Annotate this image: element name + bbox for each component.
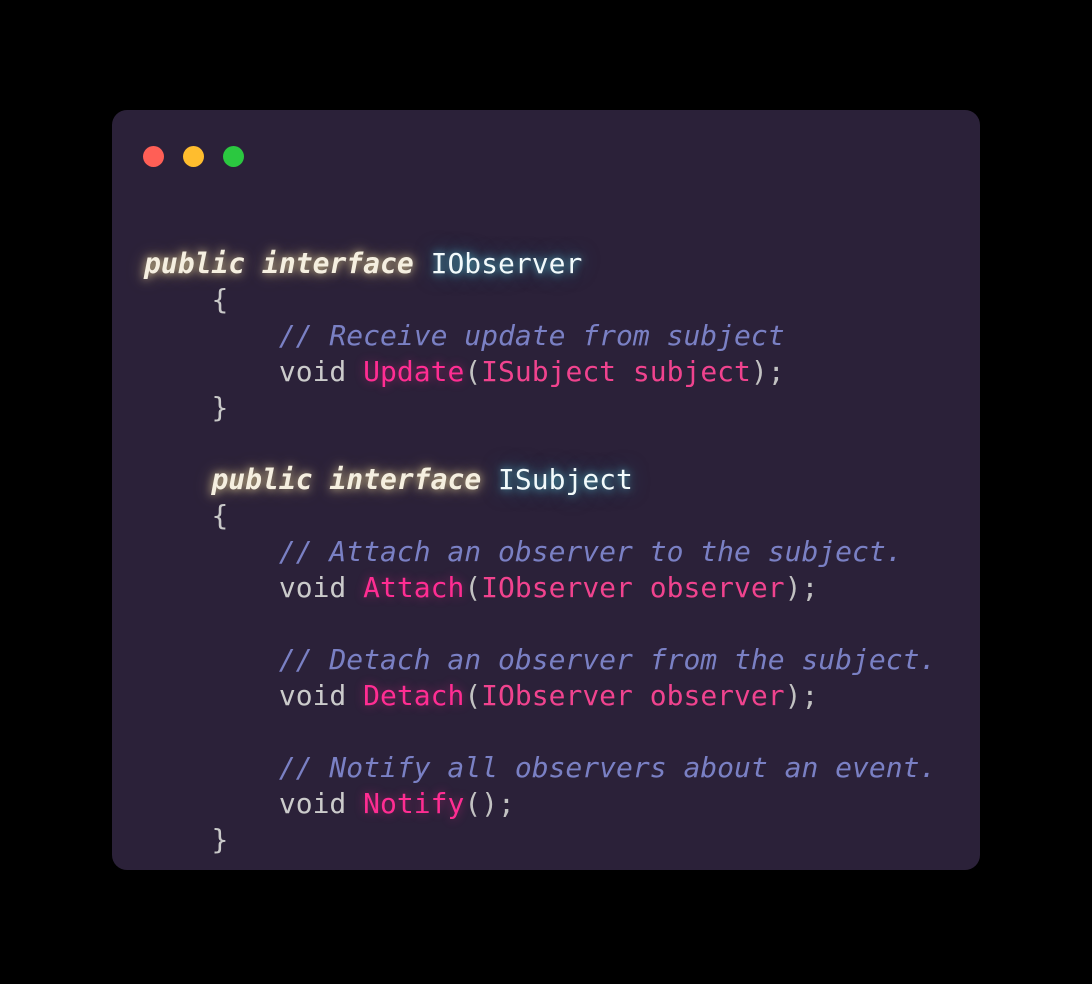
code-token-type: ISubject [498, 463, 633, 496]
code-token-plain: void [278, 355, 347, 388]
screenshot-canvas: public interface IObserver { // Receive … [0, 0, 1092, 984]
code-token-kw: public [144, 247, 246, 280]
code-line: { [112, 282, 980, 318]
code-token-param: IObserver observer [481, 571, 785, 604]
code-token-brace: { [211, 499, 229, 532]
code-token-plain: void [278, 571, 347, 604]
code-line: // Notify all observers about an event. [112, 750, 980, 786]
code-token-comment: // Notify all observers about an event. [278, 751, 937, 784]
code-token-comment: // Receive update from subject [278, 319, 785, 352]
window-titlebar [143, 146, 244, 167]
code-token-punct: ( [464, 355, 482, 388]
code-token-comment: // Detach an observer from the subject. [278, 643, 937, 676]
code-token-punct: ); [784, 571, 819, 604]
code-token-kw: interface [262, 247, 414, 280]
code-token-kw: public [211, 463, 313, 496]
code-token-kw: interface [329, 463, 482, 496]
code-token-type: IObserver [430, 247, 583, 280]
code-block: public interface IObserver { // Receive … [112, 246, 980, 858]
code-line: // Receive update from subject [112, 318, 980, 354]
code-token-comment: // Attach an observer to the subject. [278, 535, 903, 568]
code-token-brace: } [211, 391, 229, 424]
code-token-method: Notify [363, 787, 465, 820]
code-window: public interface IObserver { // Receive … [112, 110, 980, 870]
code-token-punct: ( [464, 679, 482, 712]
code-line: void Update(ISubject subject); [112, 354, 980, 390]
code-line: { [112, 498, 980, 534]
code-line: void Notify(); [112, 786, 980, 822]
code-token-punct: ); [750, 355, 785, 388]
code-line: void Attach(IObserver observer); [112, 570, 980, 606]
maximize-window-button[interactable] [223, 146, 244, 167]
code-line: } [112, 390, 980, 426]
close-window-button[interactable] [143, 146, 164, 167]
code-line: void Detach(IObserver observer); [112, 678, 980, 714]
code-token-param: ISubject subject [481, 355, 751, 388]
code-token-param: IObserver observer [481, 679, 785, 712]
code-token-method: Detach [363, 679, 465, 712]
code-token-plain: void [278, 679, 347, 712]
code-line: // Attach an observer to the subject. [112, 534, 980, 570]
code-token-brace: } [211, 823, 229, 856]
code-line: } [112, 822, 980, 858]
code-token-plain: void [278, 787, 347, 820]
code-token-method: Attach [363, 571, 465, 604]
code-token-punct: ( [464, 571, 482, 604]
minimize-window-button[interactable] [183, 146, 204, 167]
code-token-punct: ); [784, 679, 819, 712]
code-line: public interface IObserver [112, 246, 980, 282]
code-line: // Detach an observer from the subject. [112, 642, 980, 678]
code-token-brace: { [211, 283, 229, 316]
code-token-method: Update [363, 355, 465, 388]
code-token-punct: (); [464, 787, 515, 820]
code-line: public interface ISubject [112, 462, 980, 498]
